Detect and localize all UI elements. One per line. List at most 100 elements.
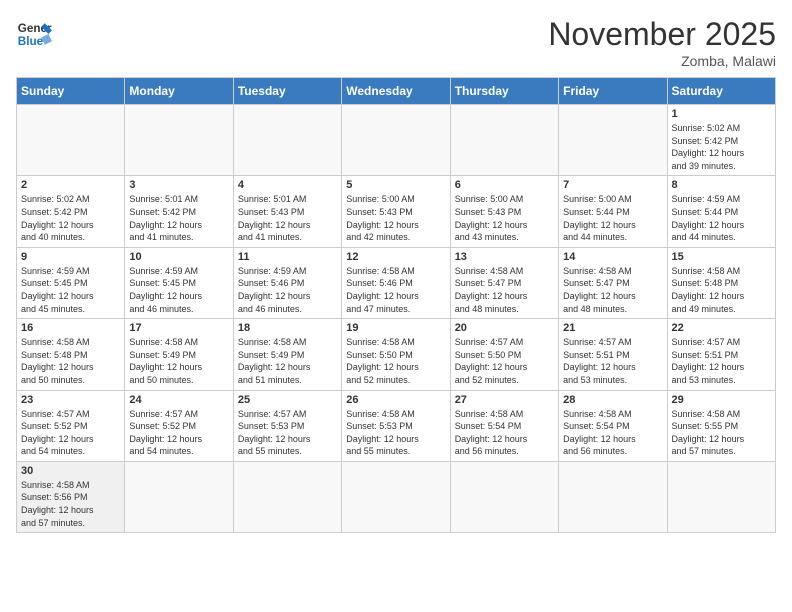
sun-info: Sunrise: 4:58 AM Sunset: 5:56 PM Dayligh… xyxy=(21,480,94,528)
day-number: 22 xyxy=(672,322,771,334)
day-number: 24 xyxy=(129,394,228,406)
calendar-day-cell xyxy=(667,461,775,532)
calendar-day-cell: 12 Sunrise: 4:58 AM Sunset: 5:46 PM Dayli… xyxy=(342,247,450,318)
page-header: General Blue November 2025 Zomba, Malawi xyxy=(16,16,776,69)
day-number: 21 xyxy=(563,322,662,334)
sun-info: Sunrise: 4:58 AM Sunset: 5:46 PM Dayligh… xyxy=(346,266,419,314)
calendar-day-cell: 13 Sunrise: 4:58 AM Sunset: 5:47 PM Dayli… xyxy=(450,247,558,318)
calendar-day-cell: 30Sunrise: 4:58 AM Sunset: 5:56 PM Dayli… xyxy=(17,461,125,532)
calendar-weekday-header: Monday xyxy=(125,78,233,105)
calendar-day-cell: 28Sunrise: 4:58 AM Sunset: 5:54 PM Dayli… xyxy=(559,390,667,461)
calendar-day-cell: 17Sunrise: 4:58 AM Sunset: 5:49 PM Dayli… xyxy=(125,319,233,390)
sun-info: Sunrise: 4:57 AM Sunset: 5:50 PM Dayligh… xyxy=(455,337,528,385)
calendar-day-cell xyxy=(559,461,667,532)
calendar-day-cell: 19 Sunrise: 4:58 AM Sunset: 5:50 PM Dayli… xyxy=(342,319,450,390)
day-number: 10 xyxy=(129,251,228,263)
calendar-day-cell xyxy=(125,461,233,532)
logo: General Blue xyxy=(16,16,52,52)
sun-info: Sunrise: 4:58 AM Sunset: 5:55 PM Dayligh… xyxy=(672,409,745,457)
sun-info: Sunrise: 4:59 AM Sunset: 5:46 PM Dayligh… xyxy=(238,266,311,314)
sun-info: Sunrise: 4:58 AM Sunset: 5:47 PM Dayligh… xyxy=(455,266,528,314)
sun-info: Sunrise: 4:59 AM Sunset: 5:45 PM Dayligh… xyxy=(129,266,202,314)
calendar-day-cell: 20 Sunrise: 4:57 AM Sunset: 5:50 PM Dayli… xyxy=(450,319,558,390)
sun-info: Sunrise: 5:00 AM Sunset: 5:43 PM Dayligh… xyxy=(346,194,419,242)
calendar-day-cell xyxy=(233,461,341,532)
calendar-day-cell xyxy=(450,461,558,532)
location-subtitle: Zomba, Malawi xyxy=(548,53,776,69)
day-number: 8 xyxy=(672,179,771,191)
sun-info: Sunrise: 5:02 AM Sunset: 5:42 PM Dayligh… xyxy=(672,123,745,171)
sun-info: Sunrise: 4:58 AM Sunset: 5:48 PM Dayligh… xyxy=(672,266,745,314)
sun-info: Sunrise: 5:01 AM Sunset: 5:43 PM Dayligh… xyxy=(238,194,311,242)
day-number: 13 xyxy=(455,251,554,263)
day-number: 12 xyxy=(346,251,445,263)
calendar-week-row: 1 Sunrise: 5:02 AM Sunset: 5:42 PM Daylig… xyxy=(17,105,776,176)
sun-info: Sunrise: 4:57 AM Sunset: 5:51 PM Dayligh… xyxy=(672,337,745,385)
calendar-day-cell: 18 Sunrise: 4:58 AM Sunset: 5:49 PM Dayli… xyxy=(233,319,341,390)
sun-info: Sunrise: 4:57 AM Sunset: 5:53 PM Dayligh… xyxy=(238,409,311,457)
calendar-weekday-header: Saturday xyxy=(667,78,775,105)
day-number: 27 xyxy=(455,394,554,406)
day-number: 18 xyxy=(238,322,337,334)
calendar-weekday-header: Friday xyxy=(559,78,667,105)
sun-info: Sunrise: 4:58 AM Sunset: 5:53 PM Dayligh… xyxy=(346,409,419,457)
title-block: November 2025 Zomba, Malawi xyxy=(548,16,776,69)
calendar-week-row: 23Sunrise: 4:57 AM Sunset: 5:52 PM Dayli… xyxy=(17,390,776,461)
day-number: 7 xyxy=(563,179,662,191)
calendar-weekday-header: Tuesday xyxy=(233,78,341,105)
sun-info: Sunrise: 4:57 AM Sunset: 5:52 PM Dayligh… xyxy=(129,409,202,457)
calendar-day-cell: 1 Sunrise: 5:02 AM Sunset: 5:42 PM Daylig… xyxy=(667,105,775,176)
sun-info: Sunrise: 4:58 AM Sunset: 5:49 PM Dayligh… xyxy=(129,337,202,385)
sun-info: Sunrise: 5:01 AM Sunset: 5:42 PM Dayligh… xyxy=(129,194,202,242)
day-number: 19 xyxy=(346,322,445,334)
sun-info: Sunrise: 4:58 AM Sunset: 5:54 PM Dayligh… xyxy=(563,409,636,457)
calendar-day-cell: 14Sunrise: 4:58 AM Sunset: 5:47 PM Dayli… xyxy=(559,247,667,318)
calendar-week-row: 9 Sunrise: 4:59 AM Sunset: 5:45 PM Daylig… xyxy=(17,247,776,318)
calendar-day-cell xyxy=(342,105,450,176)
sun-info: Sunrise: 4:58 AM Sunset: 5:50 PM Dayligh… xyxy=(346,337,419,385)
day-number: 25 xyxy=(238,394,337,406)
calendar-day-cell: 21 Sunrise: 4:57 AM Sunset: 5:51 PM Dayli… xyxy=(559,319,667,390)
day-number: 4 xyxy=(238,179,337,191)
calendar-day-cell xyxy=(233,105,341,176)
day-number: 5 xyxy=(346,179,445,191)
day-number: 1 xyxy=(672,108,771,120)
logo-icon: General Blue xyxy=(16,16,52,52)
calendar-day-cell: 3 Sunrise: 5:01 AM Sunset: 5:42 PM Daylig… xyxy=(125,176,233,247)
sun-info: Sunrise: 4:57 AM Sunset: 5:51 PM Dayligh… xyxy=(563,337,636,385)
calendar-day-cell: 9 Sunrise: 4:59 AM Sunset: 5:45 PM Daylig… xyxy=(17,247,125,318)
calendar-day-cell: 22 Sunrise: 4:57 AM Sunset: 5:51 PM Dayli… xyxy=(667,319,775,390)
calendar-day-cell: 16Sunrise: 4:58 AM Sunset: 5:48 PM Dayli… xyxy=(17,319,125,390)
day-number: 14 xyxy=(563,251,662,263)
calendar-day-cell: 6Sunrise: 5:00 AM Sunset: 5:43 PM Daylig… xyxy=(450,176,558,247)
day-number: 3 xyxy=(129,179,228,191)
calendar-week-row: 2 Sunrise: 5:02 AM Sunset: 5:42 PM Daylig… xyxy=(17,176,776,247)
calendar-day-cell: 25 Sunrise: 4:57 AM Sunset: 5:53 PM Dayli… xyxy=(233,390,341,461)
day-number: 16 xyxy=(21,322,120,334)
sun-info: Sunrise: 4:58 AM Sunset: 5:49 PM Dayligh… xyxy=(238,337,311,385)
sun-info: Sunrise: 4:59 AM Sunset: 5:44 PM Dayligh… xyxy=(672,194,745,242)
calendar-week-row: 16Sunrise: 4:58 AM Sunset: 5:48 PM Dayli… xyxy=(17,319,776,390)
calendar-day-cell: 23Sunrise: 4:57 AM Sunset: 5:52 PM Dayli… xyxy=(17,390,125,461)
svg-text:Blue: Blue xyxy=(18,35,44,48)
sun-info: Sunrise: 5:02 AM Sunset: 5:42 PM Dayligh… xyxy=(21,194,94,242)
calendar-day-cell xyxy=(450,105,558,176)
day-number: 26 xyxy=(346,394,445,406)
day-number: 2 xyxy=(21,179,120,191)
day-number: 20 xyxy=(455,322,554,334)
calendar-day-cell: 11 Sunrise: 4:59 AM Sunset: 5:46 PM Dayli… xyxy=(233,247,341,318)
day-number: 9 xyxy=(21,251,120,263)
sun-info: Sunrise: 4:59 AM Sunset: 5:45 PM Dayligh… xyxy=(21,266,94,314)
calendar-day-cell: 5 Sunrise: 5:00 AM Sunset: 5:43 PM Daylig… xyxy=(342,176,450,247)
calendar-day-cell: 2 Sunrise: 5:02 AM Sunset: 5:42 PM Daylig… xyxy=(17,176,125,247)
calendar-table: SundayMondayTuesdayWednesdayThursdayFrid… xyxy=(16,77,776,533)
calendar-day-cell: 24 Sunrise: 4:57 AM Sunset: 5:52 PM Dayli… xyxy=(125,390,233,461)
calendar-header-row: SundayMondayTuesdayWednesdayThursdayFrid… xyxy=(17,78,776,105)
calendar-day-cell: 29 Sunrise: 4:58 AM Sunset: 5:55 PM Dayli… xyxy=(667,390,775,461)
day-number: 11 xyxy=(238,251,337,263)
calendar-day-cell: 4 Sunrise: 5:01 AM Sunset: 5:43 PM Daylig… xyxy=(233,176,341,247)
calendar-weekday-header: Wednesday xyxy=(342,78,450,105)
calendar-day-cell: 10 Sunrise: 4:59 AM Sunset: 5:45 PM Dayli… xyxy=(125,247,233,318)
day-number: 29 xyxy=(672,394,771,406)
sun-info: Sunrise: 5:00 AM Sunset: 5:43 PM Dayligh… xyxy=(455,194,528,242)
